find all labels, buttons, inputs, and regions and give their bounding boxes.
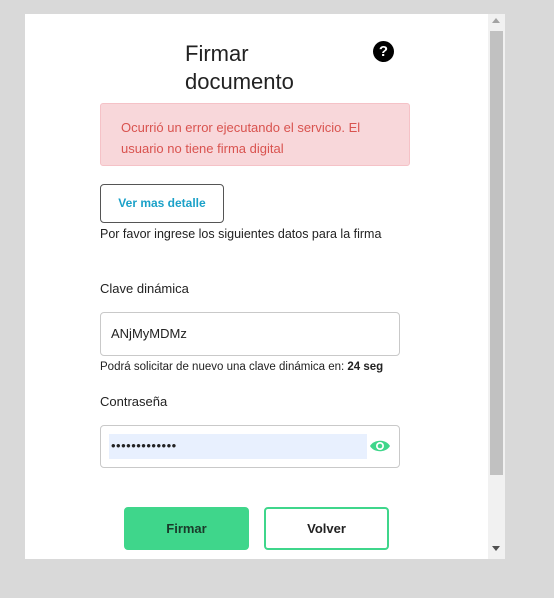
view-details-button[interactable]: Ver mas detalle — [100, 184, 224, 223]
dynamic-key-input[interactable]: ANjMyMDMz — [100, 312, 400, 356]
error-message: Ocurrió un error ejecutando el servicio.… — [121, 120, 361, 156]
dynamic-key-value: ANjMyMDMz — [111, 326, 187, 341]
vertical-scrollbar[interactable] — [488, 14, 505, 559]
eye-icon[interactable] — [369, 438, 391, 454]
password-label: Contraseña — [100, 394, 168, 409]
help-icon[interactable]: ? — [373, 41, 394, 62]
password-masked-value: ••••••••••••• — [111, 438, 177, 453]
dynamic-key-label: Clave dinámica — [100, 281, 189, 296]
sign-button[interactable]: Firmar — [124, 507, 249, 550]
resend-text: Podrá solicitar de nuevo una clave dinám… — [100, 361, 348, 373]
instructions-text: Por favor ingrese los siguientes datos p… — [100, 227, 382, 241]
back-button[interactable]: Volver — [264, 507, 389, 550]
scroll-down-arrow-icon[interactable] — [492, 546, 500, 551]
password-autofill-area: ••••••••••••• — [109, 434, 367, 459]
scroll-up-arrow-icon[interactable] — [492, 18, 500, 23]
resend-notice: Podrá solicitar de nuevo una clave dinám… — [100, 361, 383, 373]
resend-countdown: 24 seg — [347, 361, 384, 373]
scrollbar-thumb[interactable] — [490, 31, 503, 475]
dialog-title: Firmar documento — [185, 41, 294, 94]
sign-document-dialog: Firmar documento ? Ocurrió un error ejec… — [25, 14, 505, 559]
password-input[interactable]: ••••••••••••• — [100, 425, 400, 468]
error-alert: Ocurrió un error ejecutando el servicio.… — [100, 103, 410, 166]
